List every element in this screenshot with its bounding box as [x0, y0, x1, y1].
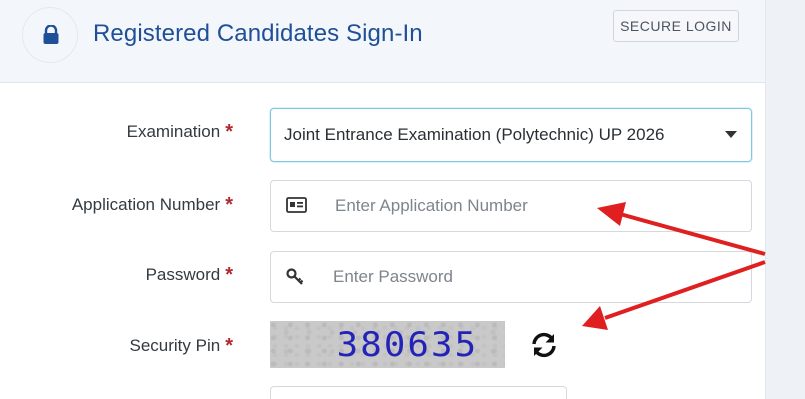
secure-login-badge: SECURE LOGIN — [613, 10, 739, 42]
application-number-label-text: Application Number — [71, 195, 221, 214]
captcha-refresh-button[interactable] — [530, 331, 558, 359]
captcha-text: 380635 — [336, 325, 479, 365]
required-mark: * — [225, 264, 233, 286]
lock-badge — [22, 7, 78, 63]
required-mark: * — [225, 194, 233, 216]
examination-selected-value: Joint Entrance Examination (Polytechnic)… — [284, 125, 665, 144]
password-input[interactable] — [333, 252, 733, 302]
security-pin-input[interactable] — [270, 386, 567, 399]
refresh-icon — [532, 332, 556, 358]
id-card-icon — [286, 197, 307, 213]
application-number-group — [270, 180, 752, 232]
key-icon — [286, 268, 304, 285]
signin-panel: Registered Candidates Sign-In SECURE LOG… — [0, 0, 765, 399]
password-group — [270, 251, 752, 303]
lock-icon — [43, 25, 59, 44]
page-title: Registered Candidates Sign-In — [93, 20, 423, 47]
examination-label: Examination * — [127, 120, 233, 143]
page-edge — [765, 0, 805, 399]
required-mark: * — [225, 335, 233, 357]
password-label-text: Password — [145, 265, 221, 284]
security-pin-label: Security Pin * — [130, 334, 234, 357]
application-number-label: Application Number * — [72, 193, 233, 216]
application-number-input[interactable] — [335, 181, 735, 231]
security-pin-label-text: Security Pin — [129, 336, 221, 355]
password-label: Password * — [146, 263, 233, 286]
captcha-image: 380635 — [270, 321, 505, 368]
required-mark: * — [225, 121, 233, 143]
examination-select[interactable]: Joint Entrance Examination (Polytechnic)… — [270, 108, 752, 162]
panel-header: Registered Candidates Sign-In SECURE LOG… — [0, 0, 765, 83]
examination-label-text: Examination — [126, 122, 221, 141]
chevron-down-icon — [725, 131, 737, 138]
password-addon — [271, 252, 321, 302]
application-number-addon — [271, 181, 321, 231]
